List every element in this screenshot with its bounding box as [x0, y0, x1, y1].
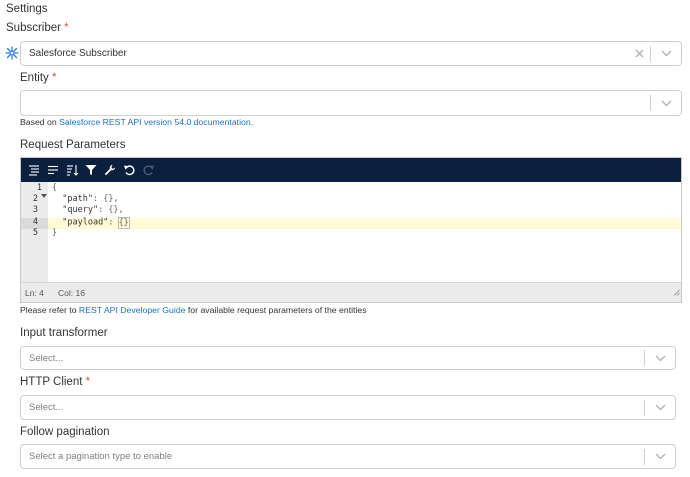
follow-pagination-select[interactable]: Select a pagination type to enable — [20, 444, 676, 469]
line-number: 4 — [32, 217, 38, 227]
section-title: Settings — [6, 3, 48, 15]
subscriber-label: Subscriber * — [6, 22, 69, 34]
matched-bracket: {} — [117, 216, 130, 229]
code-text: : {}, — [98, 205, 124, 215]
line-number: 2 — [32, 194, 38, 204]
editor-toolbar — [21, 158, 681, 182]
fold-arrow-icon[interactable] — [41, 186, 47, 204]
text-cursor — [128, 217, 130, 227]
active-line-highlight — [48, 218, 681, 229]
code-line: } — [52, 228, 57, 238]
rest-api-guide-link[interactable]: REST API Developer Guide — [79, 305, 186, 315]
json-key: "path" — [62, 194, 93, 204]
line-number: 3 — [32, 205, 38, 215]
json-key: "payload" — [62, 217, 109, 228]
format-icon[interactable] — [25, 161, 43, 179]
clear-icon[interactable] — [628, 42, 650, 66]
http-client-label: HTTP Client * — [20, 376, 90, 388]
chevron-down-icon[interactable] — [651, 91, 681, 115]
chevron-down-icon[interactable] — [645, 445, 675, 469]
code-text: } — [52, 228, 58, 238]
http-client-placeholder: Select... — [29, 402, 64, 413]
status-column: Col: 16 — [58, 287, 85, 298]
subscriber-label-text: Subscriber — [6, 22, 61, 34]
resize-handle-icon[interactable] — [673, 283, 680, 301]
chevron-down-icon[interactable] — [645, 396, 675, 420]
redo-icon[interactable] — [139, 161, 157, 179]
subscriber-select-value: Salesforce Subscriber — [29, 48, 127, 59]
entity-help-prefix: Based on — [20, 117, 60, 127]
json-editor[interactable]: 1 2 3 4 5 { "path": {}, "query": {}, "pa… — [20, 157, 682, 303]
chevron-down-icon[interactable] — [645, 346, 675, 370]
salesforce-docs-link[interactable]: Salesforce REST API version 54.0 documen… — [59, 117, 251, 127]
subscriber-icon — [5, 46, 19, 60]
http-client-select[interactable]: Select... — [20, 395, 676, 420]
sort-icon[interactable] — [63, 161, 81, 179]
input-transformer-select[interactable]: Select... — [20, 346, 676, 370]
entity-label-text: Entity — [20, 72, 49, 84]
required-mark: * — [64, 22, 69, 34]
status-line: Ln: 4 — [25, 287, 44, 298]
code-text: { — [52, 183, 58, 193]
code-line: { — [52, 183, 57, 193]
request-parameters-help-text: Please refer to REST API Developer Guide… — [20, 305, 367, 315]
code-text: : {}, — [92, 194, 119, 204]
entity-label: Entity * — [20, 72, 56, 84]
input-transformer-label: Input transformer — [20, 327, 108, 339]
subscriber-select[interactable]: Salesforce Subscriber — [20, 41, 682, 66]
entity-help-text: Based on Salesforce REST API version 54.… — [20, 117, 253, 127]
request-help-suffix: for available request parameters of the … — [185, 305, 367, 315]
request-parameters-label: Request Parameters — [20, 139, 126, 151]
entity-help-suffix: . — [250, 117, 254, 127]
code-line: "query": {}, — [52, 205, 124, 215]
compact-icon[interactable] — [44, 161, 62, 179]
required-mark: * — [51, 72, 57, 84]
http-client-label-text: HTTP Client — [20, 376, 83, 388]
request-help-prefix: Please refer to — [20, 305, 79, 315]
editor-status-bar: Ln: 4 Col: 16 — [21, 282, 681, 302]
input-transformer-placeholder: Select... — [29, 352, 64, 364]
code-line: "payload": {} — [52, 216, 130, 229]
required-mark: * — [85, 376, 91, 388]
undo-icon[interactable] — [120, 161, 138, 179]
entity-select[interactable] — [20, 90, 682, 116]
follow-pagination-placeholder: Select a pagination type to enable — [29, 451, 173, 462]
line-number: 5 — [32, 228, 38, 238]
filter-icon[interactable] — [82, 161, 100, 179]
code-line: "path": {}, — [52, 194, 119, 204]
chevron-down-icon[interactable] — [651, 42, 681, 66]
repair-icon[interactable] — [101, 161, 119, 179]
code-text: : — [108, 217, 119, 228]
json-key: "query" — [62, 205, 99, 215]
follow-pagination-label: Follow pagination — [20, 426, 110, 438]
